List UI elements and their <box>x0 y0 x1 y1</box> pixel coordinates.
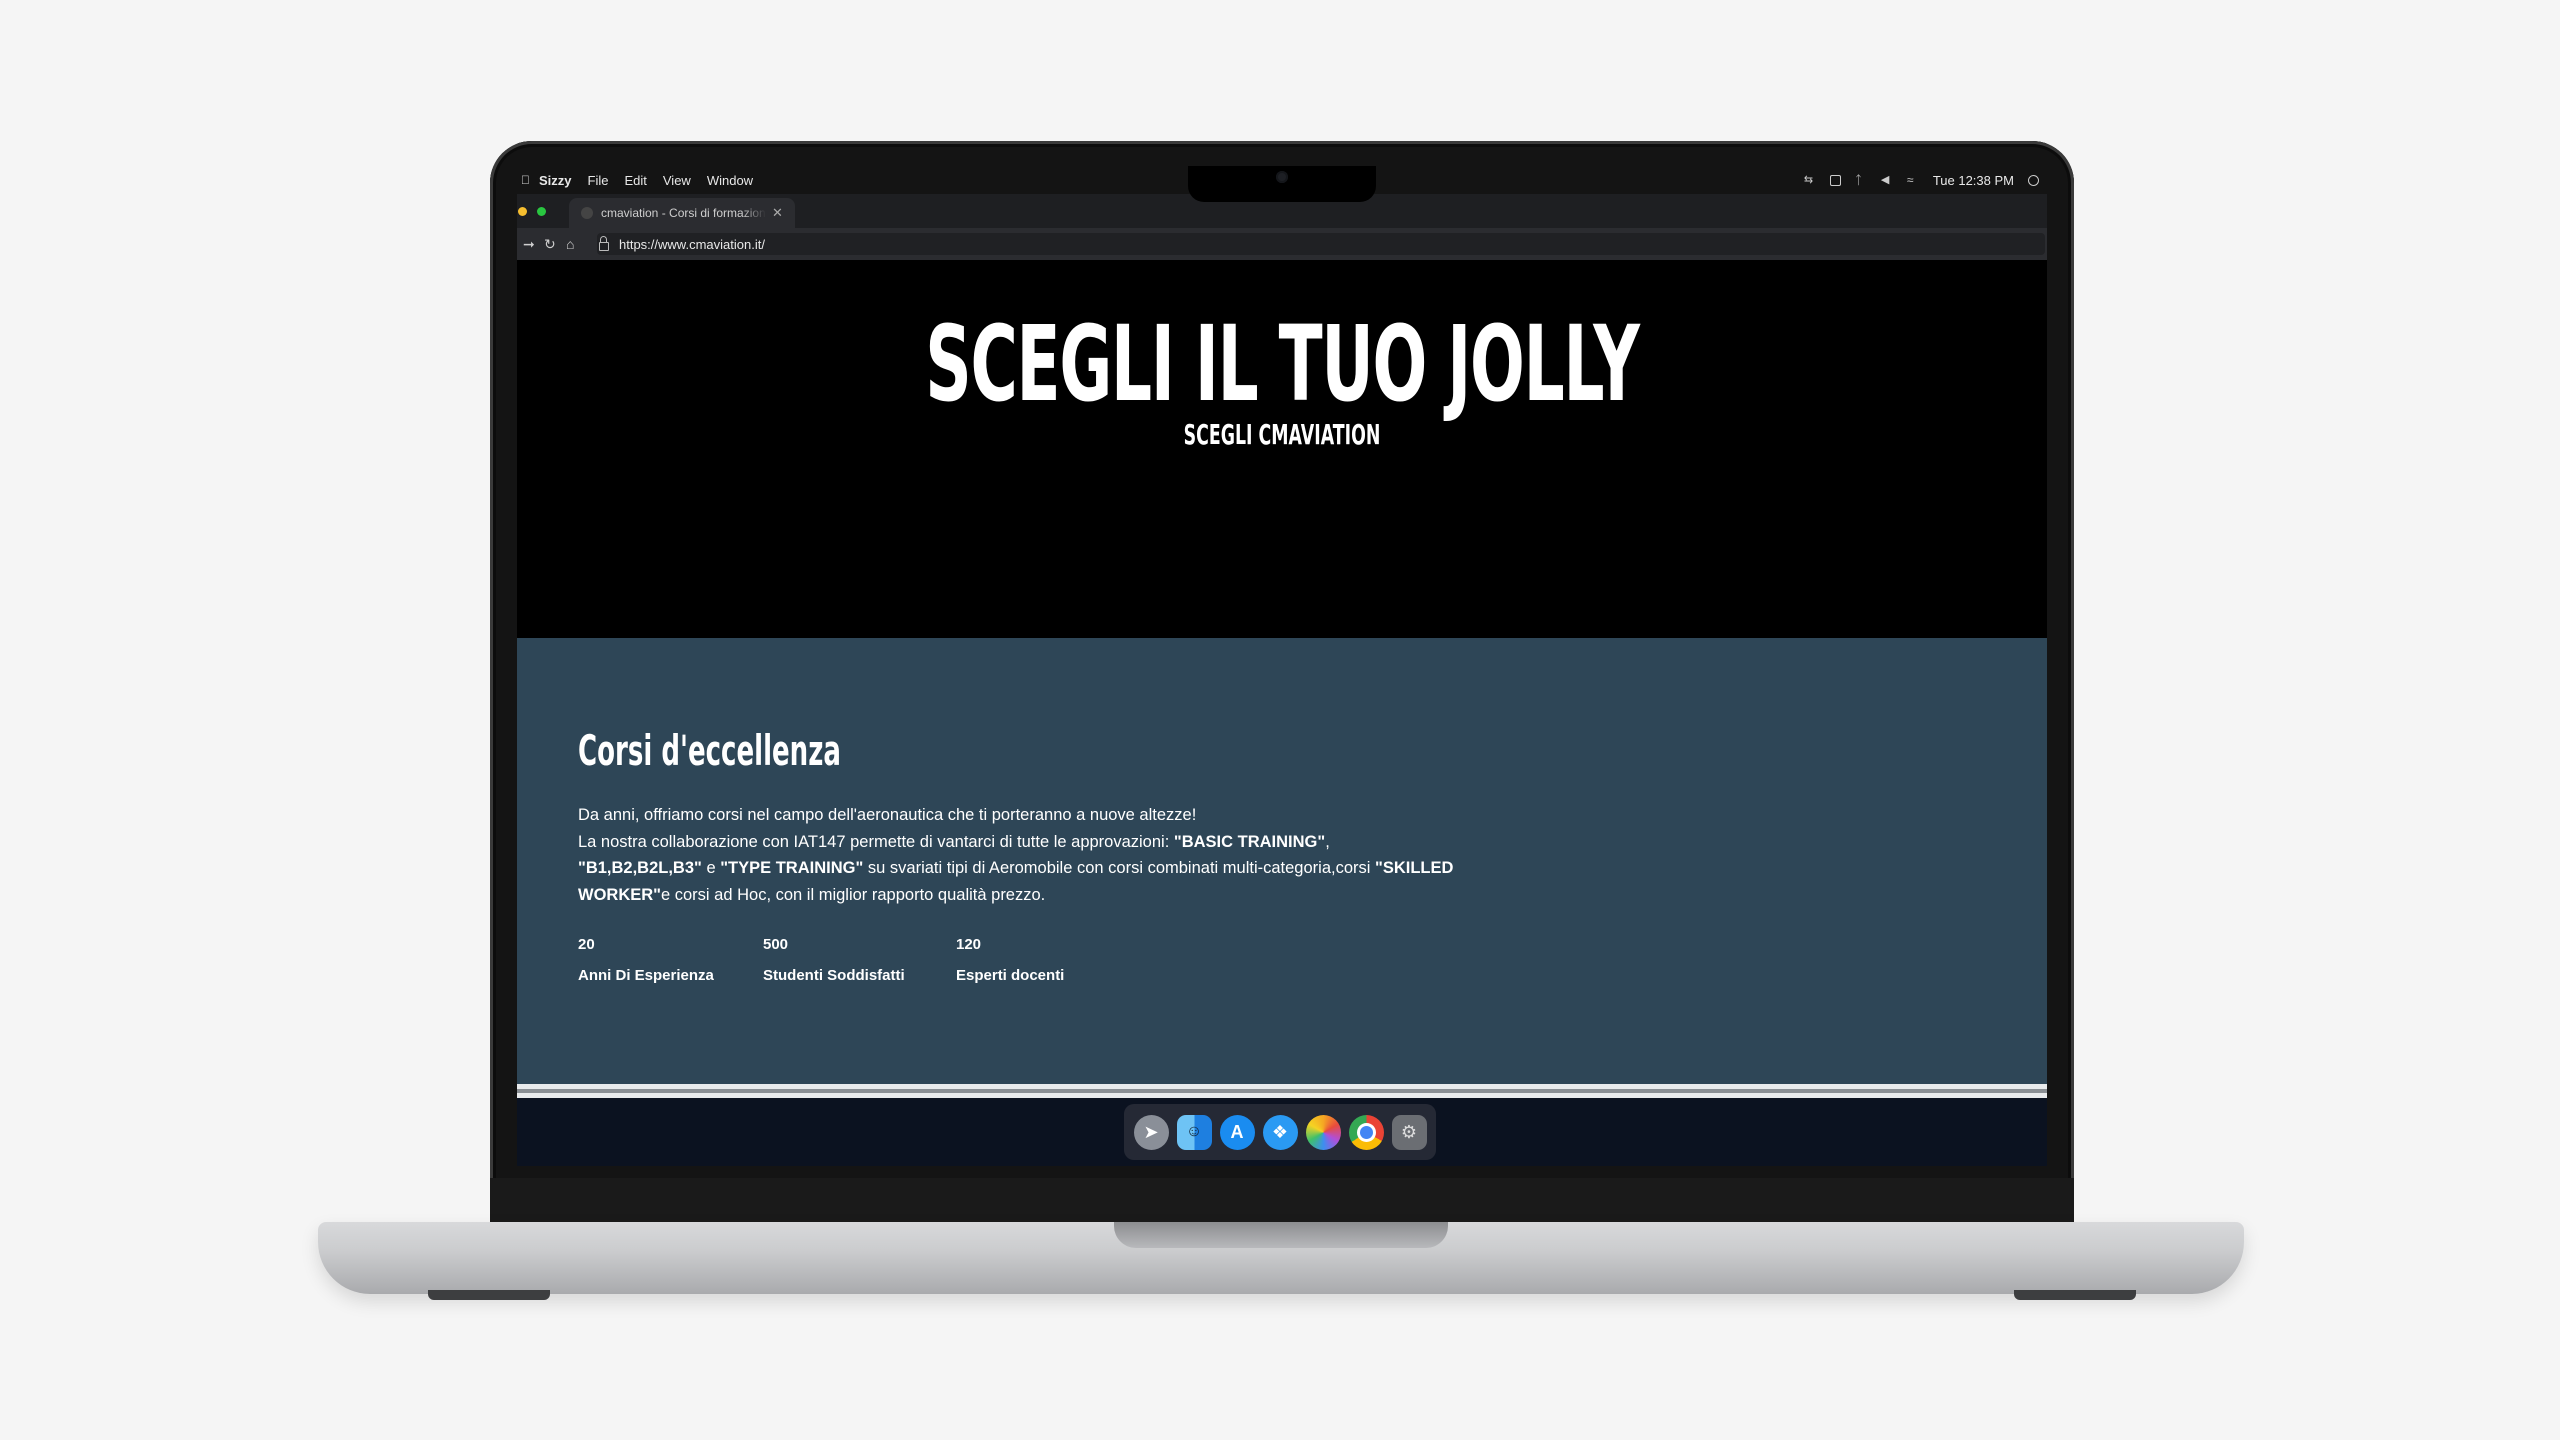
minimize-button[interactable] <box>518 207 527 216</box>
highlight-basic-training: "BASIC TRAINING" <box>1173 832 1326 851</box>
description-line-1: Da anni, offriamo corsi nel campo dell'a… <box>578 806 1197 824</box>
description-text: e corsi ad Hoc, con il miglior rapporto … <box>660 885 1046 904</box>
menu-app-name[interactable]: Sizzy <box>539 173 572 188</box>
settings-icon[interactable]: ⚙ <box>1391 1114 1427 1150</box>
tab-title: cmaviation - Corsi di formazione <box>601 206 766 220</box>
wifi-icon[interactable]: ≈ <box>1907 174 1919 186</box>
stat-item: 20 Anni Di Esperienza <box>578 936 714 984</box>
forward-icon[interactable]: ➞ <box>523 236 535 253</box>
menu-file[interactable]: File <box>588 173 609 188</box>
menubar-clock[interactable]: Tue 12:38 PM <box>1933 173 2014 188</box>
reload-icon[interactable]: ↻ <box>544 236 556 253</box>
url-text: https://www.cmaviation.it/ <box>619 236 765 252</box>
description-text: , <box>1325 832 1330 851</box>
zoom-button[interactable] <box>537 207 546 216</box>
stat-label: Anni Di Esperienza <box>578 967 714 984</box>
courses-section: Corsi d'eccellenza Da anni, offriamo cor… <box>517 638 2047 1084</box>
web-page: SCEGLI IL TUO JOLLY SCEGLI CMAVIATION Co… <box>517 260 2047 1166</box>
laptop-bezel-bottom <box>490 1178 2074 1226</box>
stat-number: 20 <box>578 936 595 953</box>
hero-subtitle: SCEGLI CMAVIATION <box>1183 418 1381 451</box>
screen:  Sizzy File Edit View Window ⇆ ᛏ ◀ ≈ Tu… <box>517 166 2047 1166</box>
menu-window[interactable]: Window <box>707 173 753 188</box>
url-field[interactable]: https://www.cmaviation.it/ <box>597 233 2045 255</box>
hero-section: SCEGLI IL TUO JOLLY SCEGLI CMAVIATION <box>517 260 2047 638</box>
apple-icon[interactable]:  <box>521 173 531 187</box>
stat-label: Esperti docenti <box>956 967 1065 984</box>
photos-icon[interactable] <box>1305 1114 1341 1150</box>
launchpad-icon[interactable]: ➤ <box>1133 1114 1169 1150</box>
stat-label: Studenti Soddisfatti <box>763 967 905 984</box>
app-store-icon[interactable]: A <box>1219 1114 1255 1150</box>
highlight-type-training: "TYPE TRAINING" <box>720 859 864 877</box>
laptop-hinge <box>1114 1222 1448 1248</box>
description-text: e <box>701 859 721 877</box>
home-icon[interactable]: ⌂ <box>566 236 574 252</box>
dock-area: ➤ ☺ A ❖ ⚙ <box>517 1098 2047 1166</box>
description-text: su svariati tipi di Aeromobile con corsi… <box>863 859 1375 877</box>
bluetooth-icon[interactable]: ᛏ <box>1855 174 1867 186</box>
favicon-icon <box>581 207 593 219</box>
chrome-icon[interactable] <box>1348 1114 1384 1150</box>
laptop-foot <box>428 1290 550 1300</box>
menu-edit[interactable]: Edit <box>624 173 646 188</box>
menu-view[interactable]: View <box>663 173 691 188</box>
stat-item: 120 Esperti docenti <box>956 936 1064 984</box>
lock-icon <box>599 235 609 251</box>
screen-mirroring-icon[interactable]: ⇆ <box>1804 174 1816 186</box>
volume-icon[interactable]: ◀ <box>1881 174 1893 186</box>
close-tab-icon[interactable]: ✕ <box>772 205 783 221</box>
description-text: La nostra collaborazione con IAT147 perm… <box>578 832 1174 851</box>
safari-icon[interactable]: ❖ <box>1262 1114 1298 1150</box>
highlight-b1-b2: "B1,B2,B2L,B3" <box>578 859 702 877</box>
browser-toolbar: ➞ ↻ ⌂ https://www.cmaviation.it/ <box>517 228 2047 260</box>
spotlight-search-icon[interactable] <box>2028 174 2039 186</box>
finder-icon[interactable]: ☺ <box>1176 1114 1212 1150</box>
camera-icon <box>1276 171 1288 183</box>
stat-item: 500 Studenti Soddisfatti <box>763 936 905 984</box>
calendar-icon[interactable] <box>1829 174 1841 186</box>
section-description: Da anni, offriamo corsi nel campo dell'a… <box>578 802 1538 908</box>
macos-dock: ➤ ☺ A ❖ ⚙ <box>1124 1104 1436 1160</box>
stat-number: 120 <box>956 936 982 953</box>
menubar-status: ⇆ ᛏ ◀ ≈ Tue 12:38 PM <box>1804 166 2039 194</box>
stat-number: 500 <box>763 936 789 953</box>
laptop-foot <box>2014 1290 2136 1300</box>
hero-title: SCEGLI IL TUO JOLLY <box>925 303 1640 425</box>
section-divider <box>517 1084 2047 1098</box>
section-title: Corsi d'eccellenza <box>578 726 841 775</box>
browser-tab[interactable]: cmaviation - Corsi di formazione ✕ <box>569 198 795 228</box>
